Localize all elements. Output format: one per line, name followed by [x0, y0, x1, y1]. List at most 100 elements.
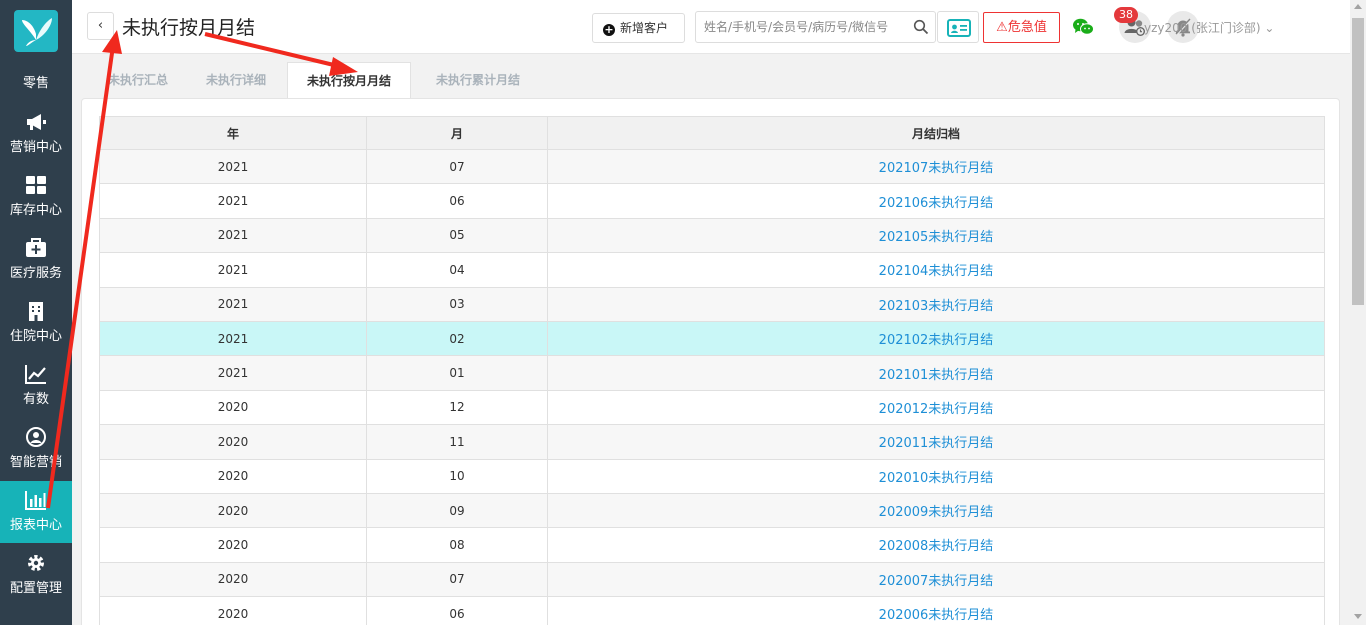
table-row[interactable]: 2020 08 202008未执行月结	[99, 527, 1325, 563]
sidebar-item-inpatient[interactable]: 住院中心	[0, 292, 72, 354]
table-row[interactable]: 2020 12 202012未执行月结	[99, 389, 1325, 426]
cell-year: 2021	[99, 286, 367, 322]
archive-link[interactable]: 202105未执行月结	[879, 230, 994, 245]
sidebar-item-inventory[interactable]: 库存中心	[0, 166, 72, 228]
table-row[interactable]: 2021 05 202105未执行月结	[99, 217, 1325, 254]
vertical-scrollbar[interactable]	[1350, 0, 1366, 625]
table-row[interactable]: 2021 06 202106未执行月结	[99, 183, 1325, 219]
tab-unexecuted-detail[interactable]: 未执行详细	[206, 62, 266, 99]
page-title: 未执行按月月结	[122, 17, 256, 39]
tab-unexecuted-monthly[interactable]: 未执行按月月结	[287, 62, 411, 99]
cell-year: 2020	[99, 561, 367, 598]
cell-month: 07	[366, 148, 548, 185]
alarm-icon: ⚠	[996, 20, 1008, 35]
column-header-month[interactable]: 月	[366, 116, 548, 150]
cell-year: 2020	[99, 458, 367, 494]
id-card-icon	[947, 19, 971, 37]
tab-unexecuted-cumulative[interactable]: 未执行累计月结	[436, 62, 520, 99]
cell-archive: 202007未执行月结	[547, 561, 1325, 598]
bar-chart-icon	[24, 489, 48, 511]
gear-icon	[24, 552, 48, 574]
cell-month: 04	[366, 252, 548, 288]
archive-link[interactable]: 202007未执行月结	[879, 574, 994, 589]
sidebar-item-label: 报表中心	[9, 518, 62, 533]
archive-link[interactable]: 202010未执行月结	[879, 471, 994, 486]
table-row[interactable]: 2020 09 202009未执行月结	[99, 492, 1325, 529]
cell-month: 01	[366, 355, 548, 391]
sidebar-item-label: 库存中心	[9, 203, 62, 218]
archive-link[interactable]: 202008未执行月结	[879, 539, 994, 554]
table-row[interactable]: 2021 02 202102未执行月结	[99, 320, 1325, 357]
archive-link[interactable]: 202101未执行月结	[879, 368, 994, 383]
add-customer-button[interactable]: + 新增客户	[592, 13, 685, 43]
column-header-year[interactable]: 年	[99, 116, 367, 150]
archive-link[interactable]: 202103未执行月结	[879, 299, 994, 314]
sidebar-item-settings[interactable]: 配置管理	[0, 544, 72, 606]
id-card-button[interactable]	[937, 11, 979, 43]
sidebar-item-reports[interactable]: 报表中心	[0, 481, 72, 543]
cell-month: 12	[366, 389, 548, 426]
sidebar-item-label: 营销中心	[9, 140, 62, 155]
archive-link[interactable]: 202012未执行月结	[879, 402, 994, 417]
content-panel: 年 月 月结归档 2021 07 202107未执行月结 2021 06 202106未执…	[81, 98, 1340, 625]
back-button[interactable]: ‹	[87, 12, 114, 40]
table-row[interactable]: 2021 04 202104未执行月结	[99, 252, 1325, 288]
critical-value-button[interactable]: ⚠危急值	[983, 12, 1060, 43]
cell-month: 09	[366, 492, 548, 529]
sidebar-item-marketing[interactable]: 营销中心	[0, 103, 72, 165]
cell-year: 2020	[99, 527, 367, 563]
cell-month: 06	[366, 183, 548, 219]
smart-marketing-icon	[24, 426, 48, 448]
table-row[interactable]: 2020 11 202011未执行月结	[99, 424, 1325, 460]
cell-archive: 202107未执行月结	[547, 148, 1325, 185]
archive-link[interactable]: 202104未执行月结	[879, 264, 994, 279]
sidebar-item-retail[interactable]: 零售	[0, 0, 72, 91]
archive-link[interactable]: 202011未执行月结	[879, 436, 994, 451]
cell-month: 03	[366, 286, 548, 322]
archive-link[interactable]: 202006未执行月结	[879, 608, 994, 623]
search-input[interactable]	[704, 17, 904, 37]
archive-link[interactable]: 202102未执行月结	[879, 333, 994, 348]
table-header-row: 年 月 月结归档	[99, 116, 1325, 150]
critical-value-label: 危急值	[1007, 20, 1047, 35]
archive-link[interactable]: 202107未执行月结	[879, 161, 994, 176]
cell-archive: 202104未执行月结	[547, 252, 1325, 288]
cell-archive: 202011未执行月结	[547, 424, 1325, 460]
sidebar-item-label: 智能营销	[9, 455, 62, 470]
sidebar-item-label: 有数	[22, 392, 49, 407]
scroll-up-arrow-icon[interactable]	[1354, 4, 1362, 9]
table-row[interactable]: 2021 07 202107未执行月结	[99, 148, 1325, 185]
sidebar-item-label: 零售	[22, 76, 49, 91]
sidebar-item-label: 配置管理	[9, 581, 62, 596]
cell-archive: 202008未执行月结	[547, 527, 1325, 563]
table-row[interactable]: 2021 03 202103未执行月结	[99, 286, 1325, 322]
scroll-down-arrow-icon[interactable]	[1354, 614, 1362, 619]
table-row[interactable]: 2020 10 202010未执行月结	[99, 458, 1325, 494]
add-customer-label: 新增客户	[620, 21, 669, 35]
column-header-archive[interactable]: 月结归档	[547, 116, 1325, 150]
table-row[interactable]: 2020 07 202007未执行月结	[99, 561, 1325, 598]
archive-link[interactable]: 202106未执行月结	[879, 196, 994, 211]
cell-year: 2020	[99, 389, 367, 426]
table-row[interactable]: 2020 06 202006未执行月结	[99, 596, 1325, 625]
cell-archive: 202103未执行月结	[547, 286, 1325, 322]
line-chart-icon	[24, 363, 48, 385]
sidebar-item-data[interactable]: 有数	[0, 355, 72, 417]
cell-year: 2021	[99, 148, 367, 185]
sidebar-item-smart-marketing[interactable]: 智能营销	[0, 418, 72, 480]
tab-unexecuted-summary[interactable]: 未执行汇总	[108, 62, 168, 99]
cell-year: 2021	[99, 355, 367, 391]
table-row[interactable]: 2021 01 202101未执行月结	[99, 355, 1325, 391]
cell-month: 10	[366, 458, 548, 494]
cell-month: 05	[366, 217, 548, 254]
cell-archive: 202105未执行月结	[547, 217, 1325, 254]
cell-archive: 202102未执行月结	[547, 320, 1325, 357]
scrollbar-thumb[interactable]	[1352, 18, 1364, 305]
archive-link[interactable]: 202009未执行月结	[879, 505, 994, 520]
sidebar: 零售 营销中心 库存中心 医疗服务 住院中心 有数 智能营销 报表中心 配置管理	[0, 0, 72, 625]
wechat-icon[interactable]	[1072, 17, 1094, 37]
sidebar-item-label: 住院中心	[9, 329, 62, 344]
search-icon[interactable]	[913, 19, 929, 35]
sidebar-item-medical[interactable]: 医疗服务	[0, 229, 72, 291]
user-menu[interactable]: yzy200 (张江门诊部) ⌄	[1144, 19, 1274, 36]
